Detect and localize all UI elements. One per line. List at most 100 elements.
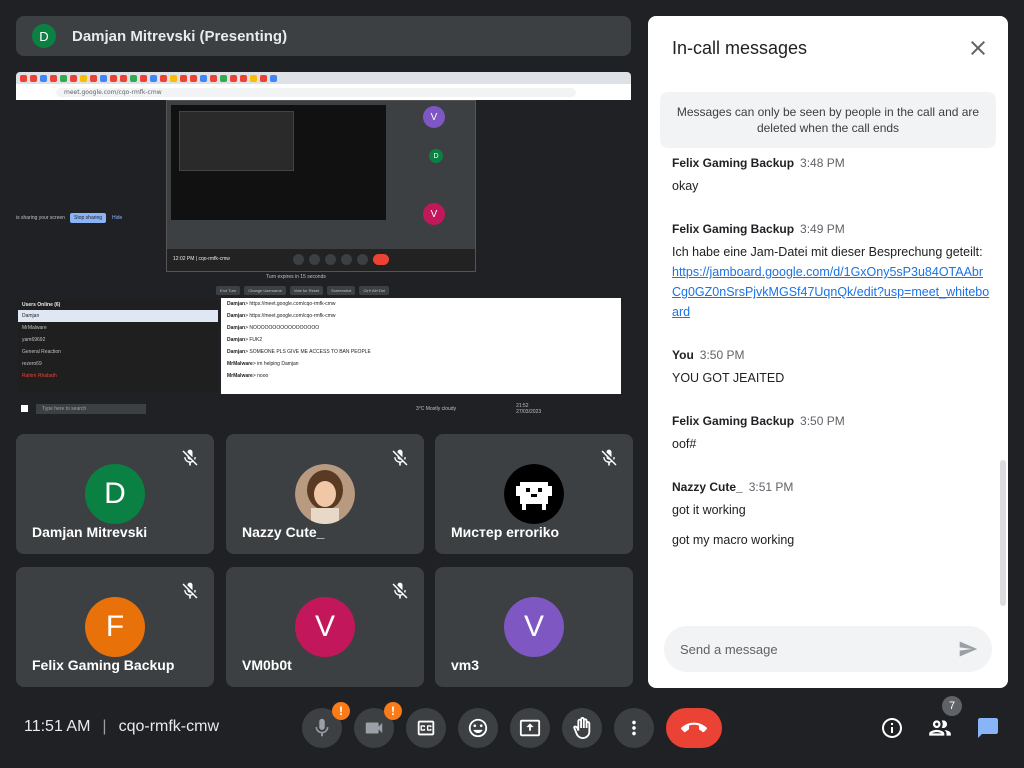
shared-taskbar-search: Type here to search	[36, 403, 146, 414]
shared-nested-code: 12:02 PM | cqo-rmfk-cmw	[173, 256, 230, 262]
people-icon	[929, 720, 951, 736]
participant-name: Damjan Mitrevski	[32, 524, 148, 540]
participant-name: Felix Gaming Backup	[32, 657, 175, 673]
current-time: 11:51 AM	[24, 718, 91, 735]
reactions-button[interactable]	[458, 708, 498, 748]
shared-user: rezero69	[22, 361, 42, 367]
windows-icon	[21, 405, 28, 412]
shared-chat-line: MrMalware> im helping Damjan	[227, 361, 299, 367]
camera-warning-badge: !	[384, 702, 402, 720]
shared-tray-clock: 21:52 27/03/2023	[516, 402, 542, 415]
shared-url: meet.google.com/cqo-rmfk-cmw	[56, 87, 576, 97]
phone-hangup-icon	[681, 722, 707, 733]
end-call-button[interactable]	[666, 708, 722, 748]
captions-icon	[417, 720, 435, 736]
meeting-info: 11:51 AM | cqo-rmfk-cmw	[24, 718, 219, 736]
message-sender: Felix Gaming Backup	[672, 222, 795, 236]
raise-hand-button[interactable]	[562, 708, 602, 748]
mic-off-icon	[182, 449, 198, 466]
screen-share[interactable]: meet.google.com/cqo-rmfk-cmw is sharing …	[16, 72, 631, 417]
message-time: 3:50 PM	[699, 348, 745, 362]
avatar: D	[85, 464, 145, 524]
message-time: 3:48 PM	[800, 156, 845, 170]
mic-icon	[315, 718, 329, 737]
shared-chat-line: Damjan> NOOOOOOOOOOOOOOOOO	[227, 325, 320, 331]
message-text: got it working	[672, 503, 746, 517]
shared-chat-line: Damjan> https://meet.google.com/cqo-rmfk…	[227, 313, 336, 319]
shared-chat-line: Damjan> SOMEONE PLS GIVE ME ACCESS TO BA…	[227, 349, 371, 355]
camera-button[interactable]: !	[354, 702, 402, 748]
people-button[interactable]	[926, 714, 954, 742]
close-icon[interactable]	[966, 36, 990, 60]
chat-icon	[978, 718, 998, 738]
shared-user: General Reaction	[22, 349, 61, 355]
message-input[interactable]	[680, 641, 950, 657]
participant-tile[interactable]: V VM0b0t	[226, 567, 424, 687]
shared-taskbar: Type here to search 3°C Mostly cloudy 21…	[16, 400, 631, 417]
meeting-code: cqo-rmfk-cmw	[118, 718, 220, 735]
send-icon[interactable]	[958, 639, 978, 659]
participant-tile[interactable]: Nazzy Cute_	[226, 434, 424, 554]
participant-tile[interactable]: D Damjan Mitrevski	[16, 434, 214, 554]
presenter-bar: D Damjan Mitrevski (Presenting)	[16, 16, 631, 56]
info-icon	[882, 718, 902, 738]
participant-tile[interactable]: F Felix Gaming Backup	[16, 567, 214, 687]
emoji-icon	[468, 718, 488, 738]
message-sender: Felix Gaming Backup	[672, 156, 795, 170]
participant-name: vm3	[451, 657, 480, 673]
shared-nested-screen	[171, 105, 386, 220]
shared-chat-line: Damjan> https://meet.google.com/cqo-rmfk…	[227, 301, 336, 307]
message-text: got my macro working	[672, 533, 795, 547]
shared-chat-log: Damjan> https://meet.google.com/cqo-rmfk…	[221, 298, 621, 394]
shared-sharing-text: is sharing your screen	[16, 215, 65, 221]
message-text: oof#	[672, 437, 697, 451]
shared-users-list: Users Online (6) Damjan MrMalware yam696…	[18, 300, 218, 392]
message-text: YOU GOT JEAITED	[672, 371, 785, 385]
chat-panel: In-call messages Messages can only be se…	[648, 16, 1008, 688]
shared-timer: Turn expires in 15 seconds	[266, 274, 326, 280]
shared-user: Rahim Rhabath	[22, 373, 57, 379]
participant-tile[interactable]: Мистер erroriko	[435, 434, 633, 554]
message-sender: Felix Gaming Backup	[672, 414, 795, 428]
shared-hide-button: Hide	[112, 215, 123, 221]
shared-nested-meeting: V D V 12:02 PM | cqo-rmfk-cmw	[166, 100, 476, 272]
avatar: V	[504, 597, 564, 657]
message-time: 3:51 PM	[748, 480, 794, 494]
message-group: Nazzy Cute_ 3:51 PM got it working got my…	[672, 480, 992, 550]
people-count-badge: 7	[942, 696, 962, 716]
shared-chat-line: Damjan> FUK2	[227, 337, 263, 343]
participant-name: VM0b0t	[242, 657, 292, 673]
participant-tile[interactable]: V vm3	[435, 567, 633, 687]
shared-btn: Screenshot	[327, 286, 356, 295]
avatar-pixel-dog	[504, 464, 564, 524]
avatar: V	[295, 597, 355, 657]
captions-button[interactable]	[406, 708, 446, 748]
shared-browser-urlbar: meet.google.com/cqo-rmfk-cmw	[16, 84, 631, 100]
more-options-button[interactable]	[614, 708, 654, 748]
mic-off-icon	[601, 449, 617, 466]
message-sender: You	[672, 348, 694, 362]
chat-input-container	[664, 626, 992, 672]
mic-off-icon	[392, 449, 408, 466]
jamboard-link[interactable]: https://jamboard.google.com/d/1GxOny5sP3…	[672, 265, 989, 319]
presenter-name: Damjan Mitrevski (Presenting)	[72, 27, 288, 45]
message-group: Felix Gaming Backup 3:50 PM oof#	[672, 414, 992, 454]
meeting-details-button[interactable]	[878, 714, 906, 742]
mic-warning-badge: !	[332, 702, 350, 720]
shared-btn: End Turn	[216, 286, 241, 295]
more-vert-icon	[632, 720, 636, 736]
message-time: 3:49 PM	[800, 222, 845, 236]
message-time: 3:50 PM	[800, 414, 845, 428]
mic-off-icon	[182, 582, 198, 599]
avatar: F	[85, 597, 145, 657]
shared-user: yam69692	[22, 337, 46, 343]
shared-weather: 3°C Mostly cloudy	[416, 405, 457, 412]
present-button[interactable]	[510, 708, 550, 748]
chat-scrollbar[interactable]	[1000, 460, 1006, 606]
shared-mini-tile: V	[395, 193, 473, 239]
hand-icon	[573, 717, 591, 739]
mic-button[interactable]: !	[302, 702, 350, 748]
chat-button[interactable]	[974, 714, 1002, 742]
shared-browser-tabstrip	[16, 72, 631, 84]
message-text: okay	[672, 179, 699, 193]
